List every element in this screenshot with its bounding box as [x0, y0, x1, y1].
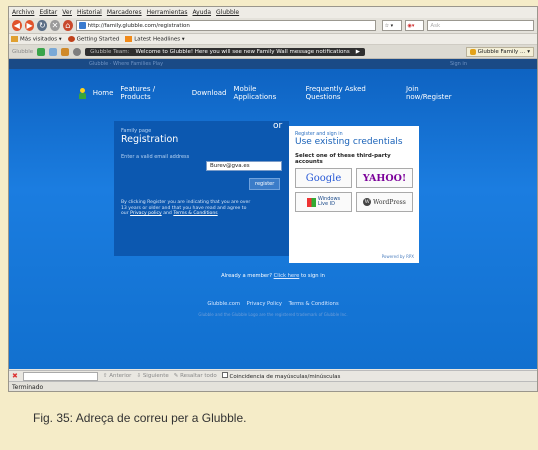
search-engine-selector[interactable]: ◉▾	[404, 20, 425, 31]
family-icon	[469, 48, 476, 55]
page-top-strip: Glubble · Where Families Play Sign in	[9, 59, 537, 69]
menu-glubble[interactable]: Glubble	[216, 9, 239, 16]
play-icon: ▶	[355, 48, 360, 55]
menu-marcadores[interactable]: Marcadores	[107, 9, 142, 16]
nav-join[interactable]: Join now/Register	[406, 85, 464, 101]
register-button[interactable]: register	[249, 178, 281, 190]
bookmark-most-visited[interactable]: Más visitados ▾	[11, 35, 62, 42]
match-case-checkbox[interactable]: Coincidencia de mayúsculas/minúsculas	[221, 372, 340, 380]
footer-terms-link[interactable]: Terms & Conditions	[289, 301, 339, 307]
site-nav: Home Features / Products Download Mobile…	[79, 85, 464, 101]
google-button[interactable]: Google	[295, 168, 352, 188]
privacy-policy-link[interactable]: Privacy policy	[130, 211, 162, 216]
glubble-toolbar: Glubble Glubble Team: Welcome to Glubble…	[9, 45, 537, 59]
chevron-down-icon: ▾	[527, 48, 530, 55]
url-text: http://family.glubble.com/registration	[87, 22, 190, 29]
registration-title: Registration	[121, 134, 179, 145]
find-bar: ✖ ⇧ Anterior ⇩ Siguiente ✎ Resaltar todo…	[9, 370, 537, 381]
nav-download[interactable]: Download	[192, 89, 227, 97]
strip-signin[interactable]: Sign in	[450, 61, 467, 67]
footer-links: Glubble.com Privacy Policy Terms & Condi…	[9, 301, 537, 307]
glubble-brand: Glubble	[12, 48, 34, 55]
bookmark-latest-headlines[interactable]: Latest Headlines ▾	[125, 35, 185, 42]
strip-brand: Glubble · Where Families Play	[89, 61, 164, 67]
credentials-panel: Register and sign in Use existing creden…	[289, 126, 419, 263]
glubble-paint-icon[interactable]	[61, 47, 70, 56]
status-text: Terminado	[12, 383, 44, 391]
windows-logo-icon	[306, 197, 316, 207]
bookmark-star-icon[interactable]: ☆ ▾	[381, 20, 402, 31]
member-signin-text: Already a member? Click here to sign in	[221, 273, 325, 279]
footer-privacy-link[interactable]: Privacy Policy	[247, 301, 282, 307]
wordpress-logo-icon: W	[363, 198, 372, 206]
navigation-toolbar: ◀ ▶ ↻ ✕ ⌂ http://family.glubble.com/regi…	[9, 18, 537, 34]
register-disclaimer: By clicking Register you are indicating …	[121, 200, 251, 217]
status-bar: Terminado	[9, 381, 537, 391]
footer-glubble-link[interactable]: Glubble.com	[207, 301, 240, 307]
nav-features[interactable]: Features / Products	[120, 85, 184, 101]
find-highlight[interactable]: ✎ Resaltar todo	[174, 373, 217, 379]
menu-historial[interactable]: Historial	[77, 9, 102, 16]
find-next[interactable]: ⇩ Siguiente	[136, 373, 168, 379]
glubble-notification[interactable]: Glubble Team: Welcome to Glubble! Here y…	[85, 47, 365, 56]
menu-editar[interactable]: Editar	[39, 9, 57, 16]
menu-ayuda[interactable]: Ayuda	[192, 9, 211, 16]
find-previous[interactable]: ⇧ Anterior	[103, 373, 132, 379]
close-icon[interactable]: ✖	[12, 372, 18, 380]
powered-by-rpx: Powered by RPX	[381, 254, 414, 259]
signin-link[interactable]: Click here	[274, 273, 300, 279]
firefox-icon	[67, 35, 75, 42]
browser-window: Archivo Editar Ver Historial Marcadores …	[8, 6, 538, 392]
nav-faq[interactable]: Frequently Asked Questions	[306, 85, 399, 101]
nav-mobile[interactable]: Mobile Applications	[234, 85, 299, 101]
terms-link[interactable]: Terms & Conditions	[173, 211, 217, 216]
rss-icon	[125, 35, 133, 42]
wordpress-button[interactable]: W WordPress	[356, 192, 413, 212]
notification-team: Glubble Team:	[90, 48, 130, 55]
registration-panel: Family page Registration Enter a valid e…	[114, 121, 289, 256]
checkbox-icon	[221, 372, 228, 378]
reload-icon[interactable]: ↻	[37, 20, 48, 31]
glubble-family-icon[interactable]	[37, 47, 46, 56]
folder-icon	[11, 35, 18, 42]
or-separator: or	[273, 121, 283, 131]
forward-icon[interactable]: ▶	[24, 20, 35, 31]
glubble-logo-icon	[79, 87, 86, 99]
figure-caption: Fig. 35: Adreça de correu per a Glubble.	[33, 411, 247, 425]
menu-herramientas[interactable]: Herramientas	[147, 9, 188, 16]
web-page: Home Features / Products Download Mobile…	[9, 69, 537, 369]
menu-bar: Archivo Editar Ver Historial Marcadores …	[9, 7, 537, 18]
glubble-family-label: Glubble Family ...	[477, 48, 526, 55]
credentials-title: Use existing credentials	[295, 137, 403, 147]
email-field[interactable]: Burev@gva.es	[206, 161, 282, 171]
stop-icon[interactable]: ✕	[50, 20, 60, 31]
search-input[interactable]: Ask	[427, 20, 534, 31]
glubble-family-button[interactable]: Glubble Family ... ▾	[465, 46, 534, 57]
notification-message: Welcome to Glubble! Here you will see ne…	[135, 48, 350, 55]
select-accounts-label: Select one of these third-party accounts	[295, 153, 391, 165]
menu-archivo[interactable]: Archivo	[12, 9, 34, 16]
find-input[interactable]	[22, 371, 98, 381]
glubble-bookmarks-icon[interactable]	[49, 47, 58, 56]
footer-copyright: Glubble and the Glubble Logo are the reg…	[198, 312, 348, 317]
bookmarks-bar: Más visitados ▾ Getting Started Latest H…	[9, 34, 537, 45]
yahoo-button[interactable]: YAHOO!	[356, 168, 413, 188]
nav-home[interactable]: Home	[93, 89, 114, 97]
menu-ver[interactable]: Ver	[62, 9, 72, 16]
back-icon[interactable]: ◀	[12, 20, 22, 31]
windows-live-button[interactable]: Windows Live ID	[295, 192, 352, 212]
url-bar[interactable]: http://family.glubble.com/registration	[75, 20, 376, 31]
home-icon[interactable]: ⌂	[62, 20, 73, 31]
glubble-settings-icon[interactable]	[73, 47, 82, 56]
email-label: Enter a valid email address	[121, 154, 190, 160]
bookmark-getting-started[interactable]: Getting Started	[67, 35, 119, 42]
site-favicon-icon	[78, 22, 86, 29]
